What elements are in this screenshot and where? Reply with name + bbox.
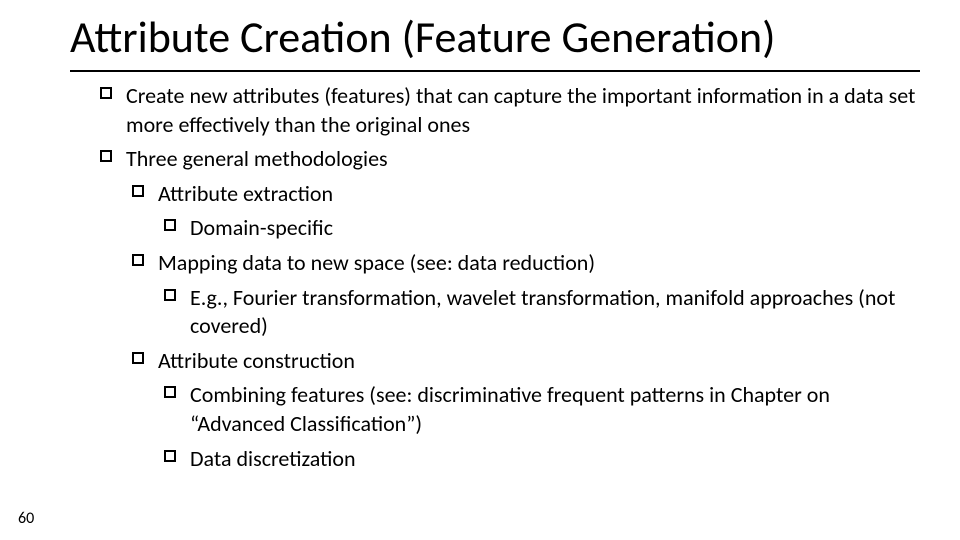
bullet: Combining features (see: discriminative … (164, 381, 920, 438)
slide-title: Attribute Creation (Feature Generation) (0, 0, 960, 70)
slide-body: Create new attributes (features) that ca… (0, 72, 960, 473)
bullet: Attribute extraction (132, 180, 920, 209)
bullet: Data discretization (164, 445, 920, 474)
bullet: E.g., Fourier transformation, wavelet tr… (164, 284, 920, 341)
bullet: Three general methodologies (100, 145, 920, 174)
bullet: Create new attributes (features) that ca… (100, 82, 920, 139)
bullet: Attribute construction (132, 347, 920, 376)
page-number: 60 (18, 509, 34, 528)
bullet: Mapping data to new space (see: data red… (132, 249, 920, 278)
bullet: Domain-specific (164, 214, 920, 243)
